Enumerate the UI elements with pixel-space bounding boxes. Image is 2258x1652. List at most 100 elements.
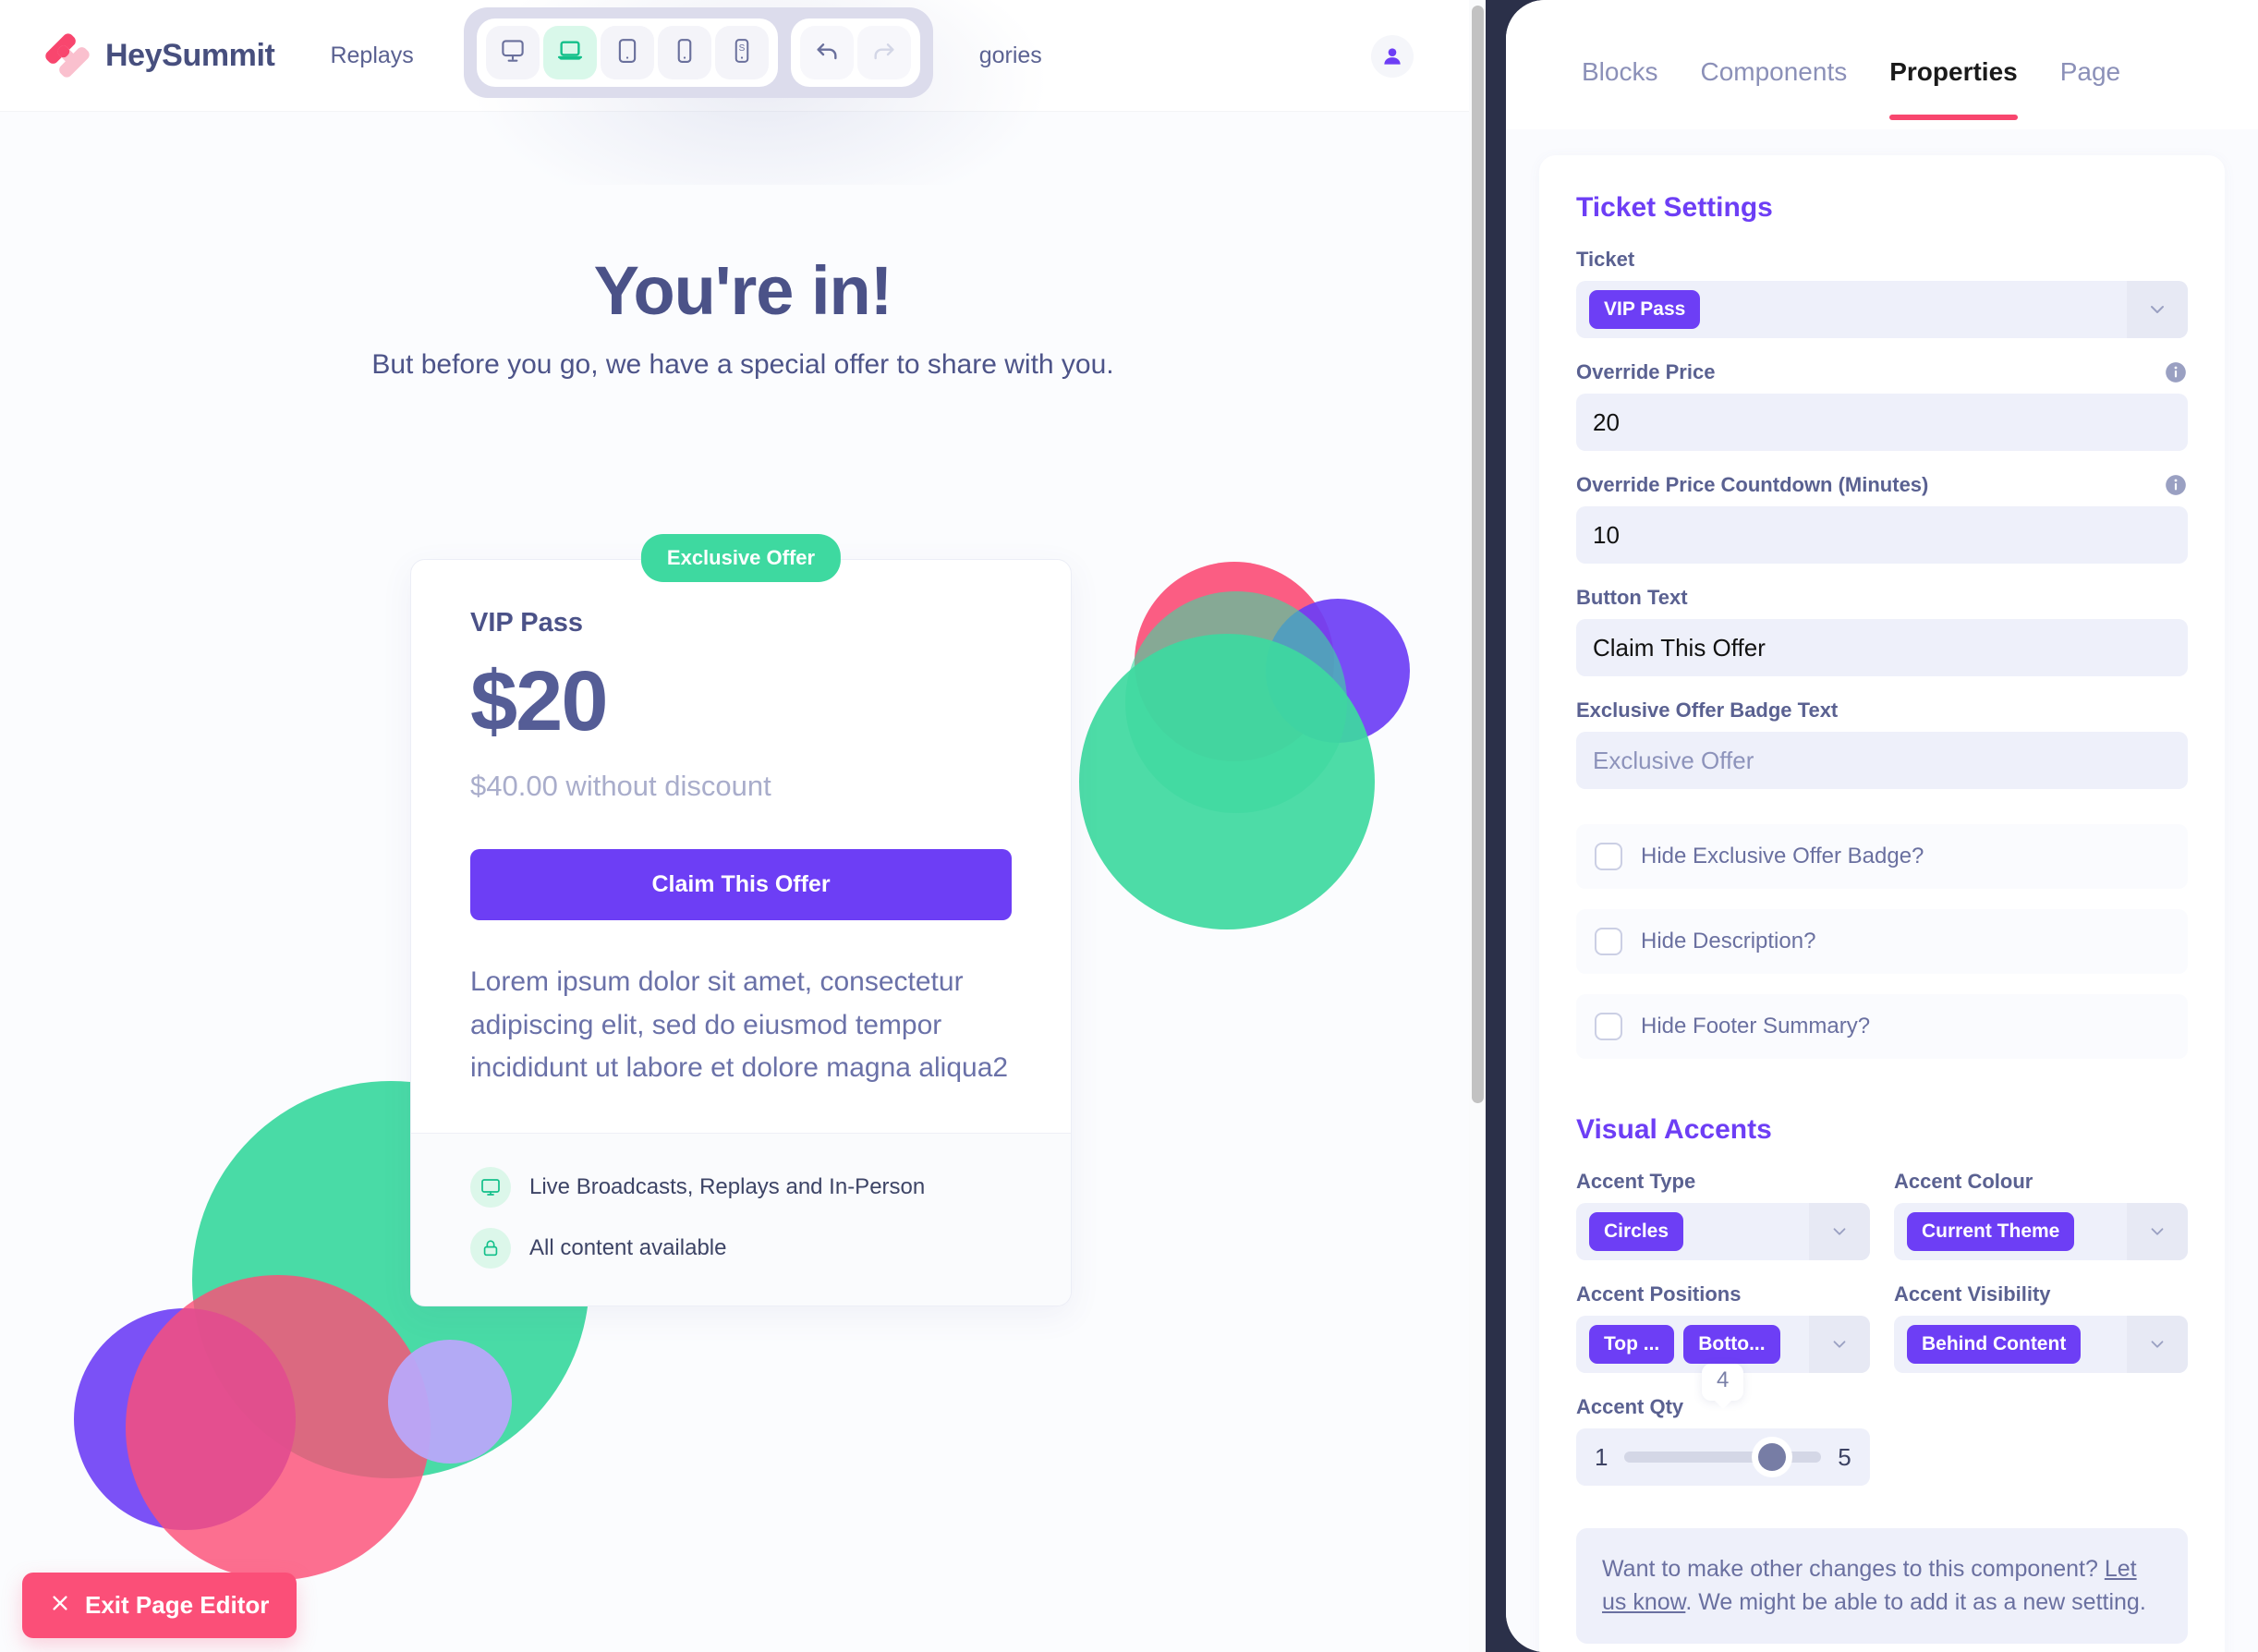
ticket-original-price: $40.00 without discount [470,770,771,802]
slider-thumb[interactable] [1758,1443,1787,1471]
chevron-down-icon[interactable] [1809,1316,1870,1373]
override-countdown-input[interactable]: 10 [1576,506,2188,564]
exit-page-editor-button[interactable]: Exit Page Editor [22,1573,297,1638]
accent-position-chip[interactable]: Top ... [1589,1325,1675,1364]
ticket-select[interactable]: VIP Pass [1576,281,2188,338]
toggle-hide-footer-summary[interactable]: Hide Footer Summary? [1576,994,2188,1059]
tab-components[interactable]: Components [1700,57,1847,120]
accent-circle-pink-bottom [126,1275,431,1580]
checkbox[interactable] [1595,928,1622,955]
lock-icon [470,1227,511,1269]
avatar[interactable] [1371,35,1414,78]
ticket-settings-card: Ticket Settings Ticket VIP Pass Override… [1539,155,2225,1652]
editor-tabs: Blocks Components Properties Page [1506,0,2258,129]
nav-item-categories[interactable]: gories [979,43,1042,69]
badge-text-input[interactable]: Exclusive Offer [1576,732,2188,789]
override-price-input[interactable]: 20 [1576,394,2188,451]
accent-visibility-select[interactable]: Behind Content [1894,1316,2188,1373]
toggle-hide-badge[interactable]: Hide Exclusive Offer Badge? [1576,824,2188,889]
badge-text-label: Exclusive Offer Badge Text [1576,698,1839,722]
chevron-down-icon[interactable] [1809,1203,1870,1260]
accent-qty-label: Accent Qty [1576,1395,1684,1418]
footer-feature-label: Live Broadcasts, Replays and In-Person [529,1173,926,1199]
accent-qty-max: 5 [1838,1442,1851,1471]
accent-circle-lavender-bottom [388,1340,512,1464]
mobile-view-button[interactable] [658,26,711,79]
accent-colour-select[interactable]: Current Theme [1894,1203,2188,1260]
footer-feature-label: All content available [529,1234,727,1260]
accent-circle-green-small-top [1125,591,1347,813]
small-device-icon: S [728,37,756,69]
nav-item-replays[interactable]: Replays [330,43,413,69]
accent-type-chip[interactable]: Circles [1589,1212,1684,1251]
notice-text-after: . We might be able to add it as a new se… [1685,1589,2146,1616]
chevron-down-icon[interactable] [2127,1203,2188,1260]
redo-icon [869,36,899,70]
chevron-down-icon[interactable] [2127,1316,2188,1373]
undo-icon [812,36,842,70]
button-text-label: Button Text [1576,586,1688,609]
small-device-view-button[interactable]: S [715,26,769,79]
accent-type-label: Accent Type [1576,1170,1696,1193]
accent-visibility-label: Accent Visibility [1894,1282,2051,1306]
redo-button[interactable] [857,26,911,79]
override-price-label: Override Price [1576,360,1716,383]
page-headline: You're in! [593,252,893,329]
page-subheadline: But before you go, we have a special off… [371,349,1114,380]
desktop-icon [499,37,527,69]
accent-colour-chip[interactable]: Current Theme [1907,1212,2075,1251]
undo-button[interactable] [800,26,854,79]
desktop-view-button[interactable] [486,26,540,79]
feedback-notice: Want to make other changes to this compo… [1576,1528,2188,1644]
footer-feature-row: All content available [470,1227,1012,1269]
button-text-input[interactable]: Claim This Offer [1576,619,2188,676]
tablet-icon [613,37,641,69]
tablet-view-button[interactable] [601,26,654,79]
accent-type-select[interactable]: Circles [1576,1203,1870,1260]
field-override-price: Override Price 20 [1576,360,2188,451]
editor-panel-body: Ticket Settings Ticket VIP Pass Override… [1506,129,2258,1652]
exit-page-editor-label: Exit Page Editor [85,1591,270,1619]
toggle-hide-footer-label: Hide Footer Summary? [1641,1014,1871,1039]
toggle-hide-description[interactable]: Hide Description? [1576,909,2188,974]
ticket-description: Lorem ipsum dolor sit amet, consectetur … [470,966,1009,1083]
accent-visibility-chip[interactable]: Behind Content [1907,1325,2082,1364]
override-countdown-label: Override Price Countdown (Minutes) [1576,473,1929,496]
field-button-text: Button Text Claim This Offer [1576,586,2188,676]
mobile-icon [671,37,698,69]
ticket-price: $20 [470,654,609,748]
checkbox[interactable] [1595,843,1622,870]
info-icon[interactable] [2164,360,2188,384]
tab-blocks[interactable]: Blocks [1582,57,1657,120]
ticket-card[interactable]: VIP Pass $20 $40.00 without discount Cla… [410,559,1072,1306]
claim-offer-button[interactable]: Claim This Offer [470,849,1012,920]
user-icon [1384,48,1401,65]
ticket-name: VIP Pass [470,608,584,638]
ticket-card-wrapper[interactable]: Exclusive Offer VIP Pass $20 $40.00 with… [410,534,1072,1306]
svg-text:S: S [739,43,746,54]
close-icon [50,1591,70,1620]
ticket-chip[interactable]: VIP Pass [1589,290,1701,329]
preview-scrollbar-thumb[interactable] [1472,6,1484,1103]
field-accent-type: Accent Type Circles [1576,1170,1870,1260]
field-accent-visibility: Accent Visibility Behind Content [1894,1282,2188,1373]
info-icon[interactable] [2164,473,2188,497]
accent-qty-min: 1 [1595,1442,1609,1471]
accent-qty-slider[interactable]: 1 5 [1576,1428,1870,1486]
preview-scrollbar[interactable] [1469,0,1486,1652]
tab-properties[interactable]: Properties [1889,57,2018,120]
brand-logo[interactable]: HeySummit [44,32,275,79]
field-override-countdown: Override Price Countdown (Minutes) 10 [1576,473,2188,564]
history-group [791,18,920,87]
slider-track[interactable] [1624,1443,1822,1471]
device-toolbar: S [464,7,933,98]
field-accent-colour: Accent Colour Current Theme [1894,1170,2188,1260]
heysummit-logo-icon [44,32,91,79]
toggle-hide-badge-label: Hide Exclusive Offer Badge? [1641,844,1924,869]
accent-position-chip[interactable]: Botto... [1683,1325,1780,1364]
footer-feature-row: Live Broadcasts, Replays and In-Person [470,1166,1012,1208]
laptop-view-button[interactable] [543,26,597,79]
tab-page[interactable]: Page [2060,57,2120,120]
chevron-down-icon[interactable] [2127,281,2188,338]
checkbox[interactable] [1595,1013,1622,1040]
